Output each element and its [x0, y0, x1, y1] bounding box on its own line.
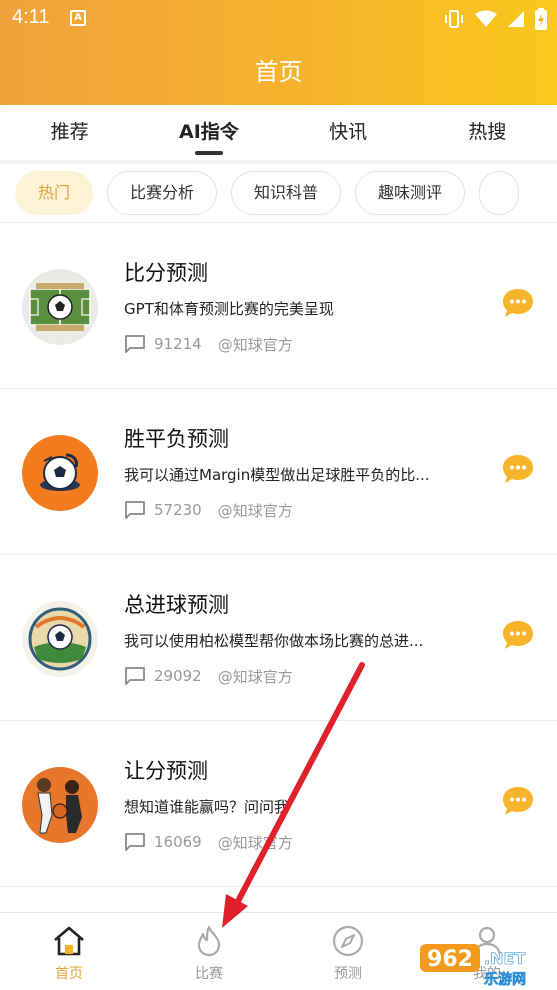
comment-icon [125, 335, 145, 353]
item-description: 想知道谁能赢吗？问问我 [124, 798, 290, 816]
chat-bubble-icon[interactable] [501, 618, 535, 652]
nav-label: 预测 [334, 966, 362, 982]
watermark-suffix: .NET [484, 949, 525, 968]
flame-icon [197, 925, 221, 957]
basketball-players-icon [22, 767, 98, 843]
status-bar: 4:11 A [0, 0, 557, 40]
watermark-sub: 乐游网 [484, 971, 526, 988]
list-item[interactable]: 胜平负预测 我可以通过Margin模型做出足球胜平负的比... 57230 @知… [0, 389, 557, 555]
category-chips: 热门 比赛分析 知识科普 趣味测评 [0, 164, 557, 222]
comment-count: 16069 [154, 833, 202, 851]
page-title: 首页 [254, 58, 303, 86]
chip-fun-review[interactable]: 趣味测评 [355, 171, 466, 215]
tab-ai-commands[interactable]: AI指令 [139, 105, 278, 161]
item-title: 总进球预测 [124, 593, 229, 617]
author: @知球官方 [217, 501, 293, 520]
nav-label: 比赛 [195, 966, 223, 982]
wifi-icon [475, 10, 497, 27]
author: @知球官方 [217, 667, 293, 686]
watermark-number: 962 [427, 947, 473, 972]
nav-matches[interactable]: 比赛 [164, 913, 254, 990]
status-icons [443, 8, 547, 30]
item-description: 我可以使用柏松模型帮你做本场比赛的总进... [124, 632, 424, 650]
app-screen: 4:11 A 首页 推荐 AI指令 快讯 热搜 热门 比赛分析 知识科普 趣味测… [0, 0, 557, 990]
nav-home[interactable]: 首页 [24, 913, 114, 990]
home-icon [54, 926, 84, 956]
chip-match-analysis[interactable]: 比赛分析 [107, 171, 218, 215]
item-meta: 29092 @知球官方 [124, 665, 293, 687]
chip-hot[interactable]: 热门 [15, 171, 94, 215]
list-item[interactable]: 总进球预测 我可以使用柏松模型帮你做本场比赛的总进... 29092 @知球官方 [0, 555, 557, 721]
comment-count: 91214 [154, 335, 202, 353]
comment-icon [125, 501, 145, 519]
author: @知球官方 [217, 335, 293, 354]
stadium-ball-icon [22, 601, 98, 677]
item-description: GPT和体育预测比赛的完美呈现 [124, 300, 334, 318]
tab-recommend[interactable]: 推荐 [0, 105, 139, 161]
chat-bubble-icon[interactable] [501, 452, 535, 486]
header: 4:11 A 首页 [0, 0, 557, 105]
nav-predictions[interactable]: 预测 [303, 913, 393, 990]
item-meta: 16069 @知球官方 [124, 831, 293, 853]
chip-more[interactable] [479, 171, 520, 215]
command-list: 比分预测 GPT和体育预测比赛的完美呈现 91214 @知球官方 胜平负预测 我… [0, 223, 557, 887]
watermark-logo: 962 .NET 乐游网 [418, 938, 553, 990]
tab-news[interactable]: 快讯 [279, 105, 418, 161]
nav-label: 首页 [55, 966, 83, 982]
author: @知球官方 [217, 833, 293, 852]
item-meta: 57230 @知球官方 [124, 499, 293, 521]
comment-icon [125, 833, 145, 851]
chat-bubble-icon[interactable] [501, 784, 535, 818]
item-title: 让分预测 [124, 759, 208, 783]
signal-icon [508, 11, 524, 27]
comment-icon [125, 667, 145, 685]
top-tabs: 推荐 AI指令 快讯 热搜 [0, 105, 557, 161]
compass-icon [332, 925, 364, 957]
list-item[interactable]: 比分预测 GPT和体育预测比赛的完美呈现 91214 @知球官方 [0, 223, 557, 389]
soccer-field-icon [22, 269, 98, 345]
vibrate-icon [445, 10, 463, 28]
list-item[interactable]: 让分预测 想知道谁能赢吗？问问我 16069 @知球官方 [0, 721, 557, 887]
battery-icon [535, 8, 547, 30]
tab-hot-search[interactable]: 热搜 [418, 105, 557, 161]
item-title: 胜平负预测 [124, 427, 229, 451]
item-description: 我可以通过Margin模型做出足球胜平负的比... [124, 466, 430, 484]
soccer-ball-icon [22, 435, 98, 511]
item-meta: 91214 @知球官方 [124, 333, 293, 355]
chat-bubble-icon[interactable] [501, 286, 535, 320]
item-title: 比分预测 [124, 261, 208, 285]
notification-icon: A [70, 10, 86, 26]
comment-count: 57230 [154, 501, 202, 519]
comment-count: 29092 [154, 667, 202, 685]
status-time: 4:11 [12, 6, 50, 28]
chip-knowledge[interactable]: 知识科普 [231, 171, 342, 215]
